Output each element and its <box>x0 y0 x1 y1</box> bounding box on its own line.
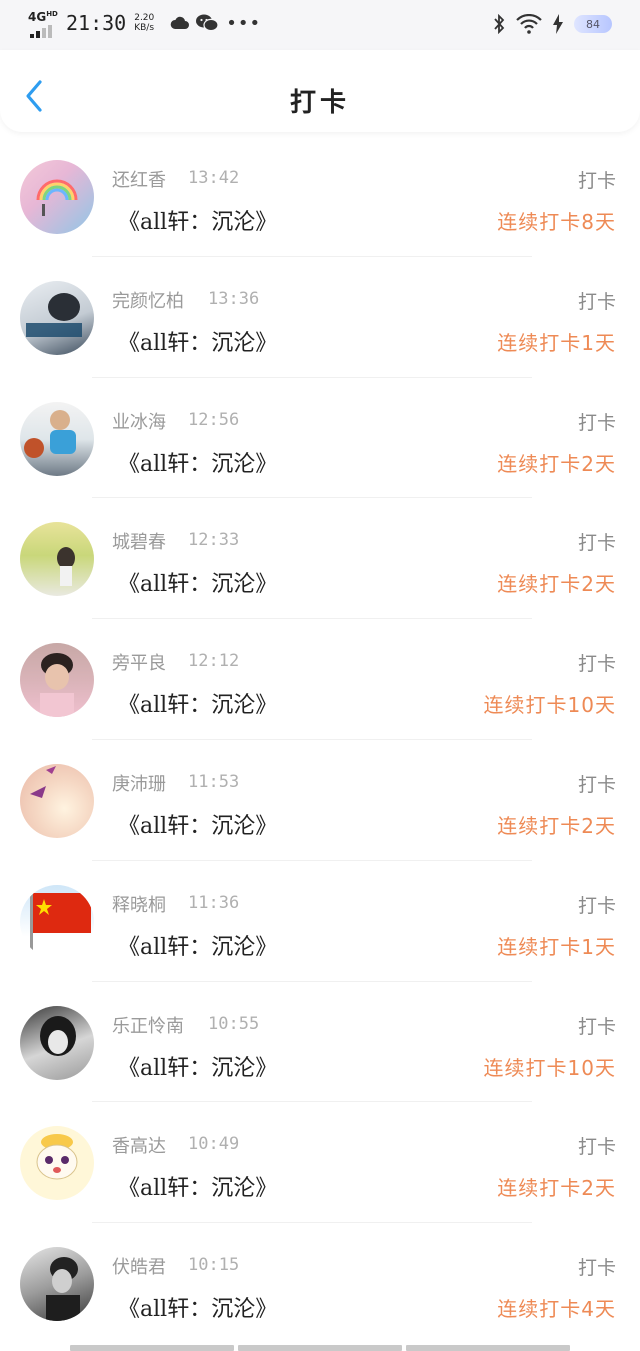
checkin-label: 打卡 <box>577 1015 616 1038</box>
user-name: 还红香 <box>112 170 166 191</box>
bw-boy-avatar[interactable] <box>20 1247 94 1322</box>
streak-label: 连续打卡2天 <box>497 1176 616 1201</box>
checkin-label: 打卡 <box>577 773 616 796</box>
checkin-time: 11:36 <box>188 892 240 913</box>
streak-label: 连续打卡8天 <box>497 210 616 234</box>
user-name: 完颜忆柏 <box>112 290 184 312</box>
list-item[interactable]: 完颜忆柏 13:36 《all轩：沉沦》 打卡 连续打卡1天 <box>0 257 640 378</box>
checkin-time: 10:49 <box>188 1134 240 1155</box>
checkin-label: 打卡 <box>577 653 616 676</box>
user-name: 释晓桐 <box>112 894 166 916</box>
page-title: 打卡 <box>289 88 350 118</box>
streak-label: 连续打卡1天 <box>497 330 616 355</box>
basketball-avatar[interactable] <box>20 401 94 476</box>
wechat-icon <box>196 14 219 32</box>
cloud-icon <box>170 16 190 29</box>
checkin-time: 10:55 <box>208 1013 260 1034</box>
user-name: 庚沛珊 <box>112 773 166 795</box>
more-icon: ••• <box>226 12 262 34</box>
checkin-time: 12:12 <box>188 651 240 672</box>
bw-girl-avatar[interactable] <box>20 1005 94 1080</box>
girl-avatar[interactable] <box>20 280 94 355</box>
checkin-label: 打卡 <box>577 1136 616 1159</box>
streak-label: 连续打卡1天 <box>497 934 616 959</box>
boy-avatar[interactable] <box>20 643 94 718</box>
speed-value: 2.20 <box>134 13 155 23</box>
checkin-label: 打卡 <box>577 894 616 917</box>
book-title: 《all轩：沉沦》 <box>118 934 278 960</box>
status-bar: 4GHD 21:30 2.20 KB/s ••• 84 <box>0 0 640 50</box>
list-item[interactable]: 释晓桐 11:36 《all轩：沉沦》 打卡 连续打卡1天 <box>0 861 640 982</box>
bluetooth-icon <box>494 14 505 34</box>
book-title: 《all轩：沉沦》 <box>118 1176 278 1202</box>
streak-label: 连续打卡2天 <box>497 572 616 597</box>
checkin-label: 打卡 <box>577 290 616 313</box>
checkin-label: 打卡 <box>577 411 616 434</box>
book-title: 《all轩：沉沦》 <box>118 210 278 235</box>
user-name: 旁平良 <box>112 653 166 675</box>
crane-avatar[interactable] <box>20 763 94 838</box>
battery-level: 84 <box>586 17 600 31</box>
network-label: 4G <box>28 10 47 24</box>
checkin-label: 打卡 <box>577 1257 616 1280</box>
speed-unit: KB/s <box>134 23 155 33</box>
network-speed: 2.20 KB/s <box>134 13 158 33</box>
streak-label: 连续打卡4天 <box>497 1297 616 1322</box>
checkin-label: 打卡 <box>577 532 616 555</box>
bottom-scroll-indicator <box>70 1345 570 1351</box>
flag-avatar[interactable] <box>20 884 94 959</box>
book-title: 《all轩：沉沦》 <box>118 451 278 477</box>
user-name: 伏皓君 <box>112 1257 166 1279</box>
charging-icon <box>553 14 563 34</box>
checkin-list: 还红香 13:42 《all轩：沉沦》 打卡 连续打卡8天 完颜忆柏 13:36… <box>0 136 640 1344</box>
streak-label: 连续打卡2天 <box>497 451 616 476</box>
checkin-time: 10:15 <box>188 1255 240 1276</box>
book-title: 《all轩：沉沦》 <box>118 572 278 598</box>
checkin-time: 13:36 <box>208 288 260 309</box>
clock: 21:30 <box>66 11 127 35</box>
list-item[interactable]: 庚沛珊 11:53 《all轩：沉沦》 打卡 连续打卡2天 <box>0 740 640 861</box>
user-name: 香高达 <box>112 1136 166 1158</box>
checkin-time: 11:53 <box>188 771 240 792</box>
list-item[interactable]: 伏皓君 10:15 《all轩：沉沦》 打卡 连续打卡4天 <box>0 1223 640 1344</box>
streak-label: 连续打卡10天 <box>483 693 616 718</box>
list-item[interactable]: 旁平良 12:12 《all轩：沉沦》 打卡 连续打卡10天 <box>0 619 640 740</box>
streak-label: 连续打卡10天 <box>483 1055 616 1080</box>
rainbow-avatar[interactable] <box>20 160 94 234</box>
list-item[interactable]: 还红香 13:42 《all轩：沉沦》 打卡 连续打卡8天 <box>0 136 640 257</box>
signal-icon: 4GHD <box>28 10 58 38</box>
app-header: 打卡 <box>0 50 640 132</box>
user-name: 乐正怜南 <box>112 1015 184 1037</box>
streak-label: 连续打卡2天 <box>497 813 616 838</box>
book-title: 《all轩：沉沦》 <box>118 813 278 839</box>
checkin-time: 12:33 <box>188 530 240 551</box>
checkin-time: 13:42 <box>188 168 240 188</box>
user-name: 业冰海 <box>112 411 166 433</box>
battery-indicator: 84 <box>574 15 612 33</box>
user-name: 城碧春 <box>112 532 166 554</box>
checkin-time: 12:56 <box>188 409 240 430</box>
book-title: 《all轩：沉沦》 <box>118 1055 278 1081</box>
list-item[interactable]: 城碧春 12:33 《all轩：沉沦》 打卡 连续打卡2天 <box>0 498 640 620</box>
book-title: 《all轩：沉沦》 <box>118 1297 278 1323</box>
field-avatar[interactable] <box>20 522 94 597</box>
wifi-icon <box>516 14 542 34</box>
list-item[interactable]: 香高达 10:49 《all轩：沉沦》 打卡 连续打卡2天 <box>0 1102 640 1224</box>
book-title: 《all轩：沉沦》 <box>118 330 278 356</box>
network-sup-label: HD <box>46 10 58 18</box>
checkin-label: 打卡 <box>577 170 616 192</box>
list-item[interactable]: 业冰海 12:56 《all轩：沉沦》 打卡 连续打卡2天 <box>0 378 640 499</box>
list-item[interactable]: 乐正怜南 10:55 《all轩：沉沦》 打卡 连续打卡10天 <box>0 982 640 1103</box>
book-title: 《all轩：沉沦》 <box>118 693 278 719</box>
cartoon-avatar[interactable] <box>20 1126 94 1201</box>
